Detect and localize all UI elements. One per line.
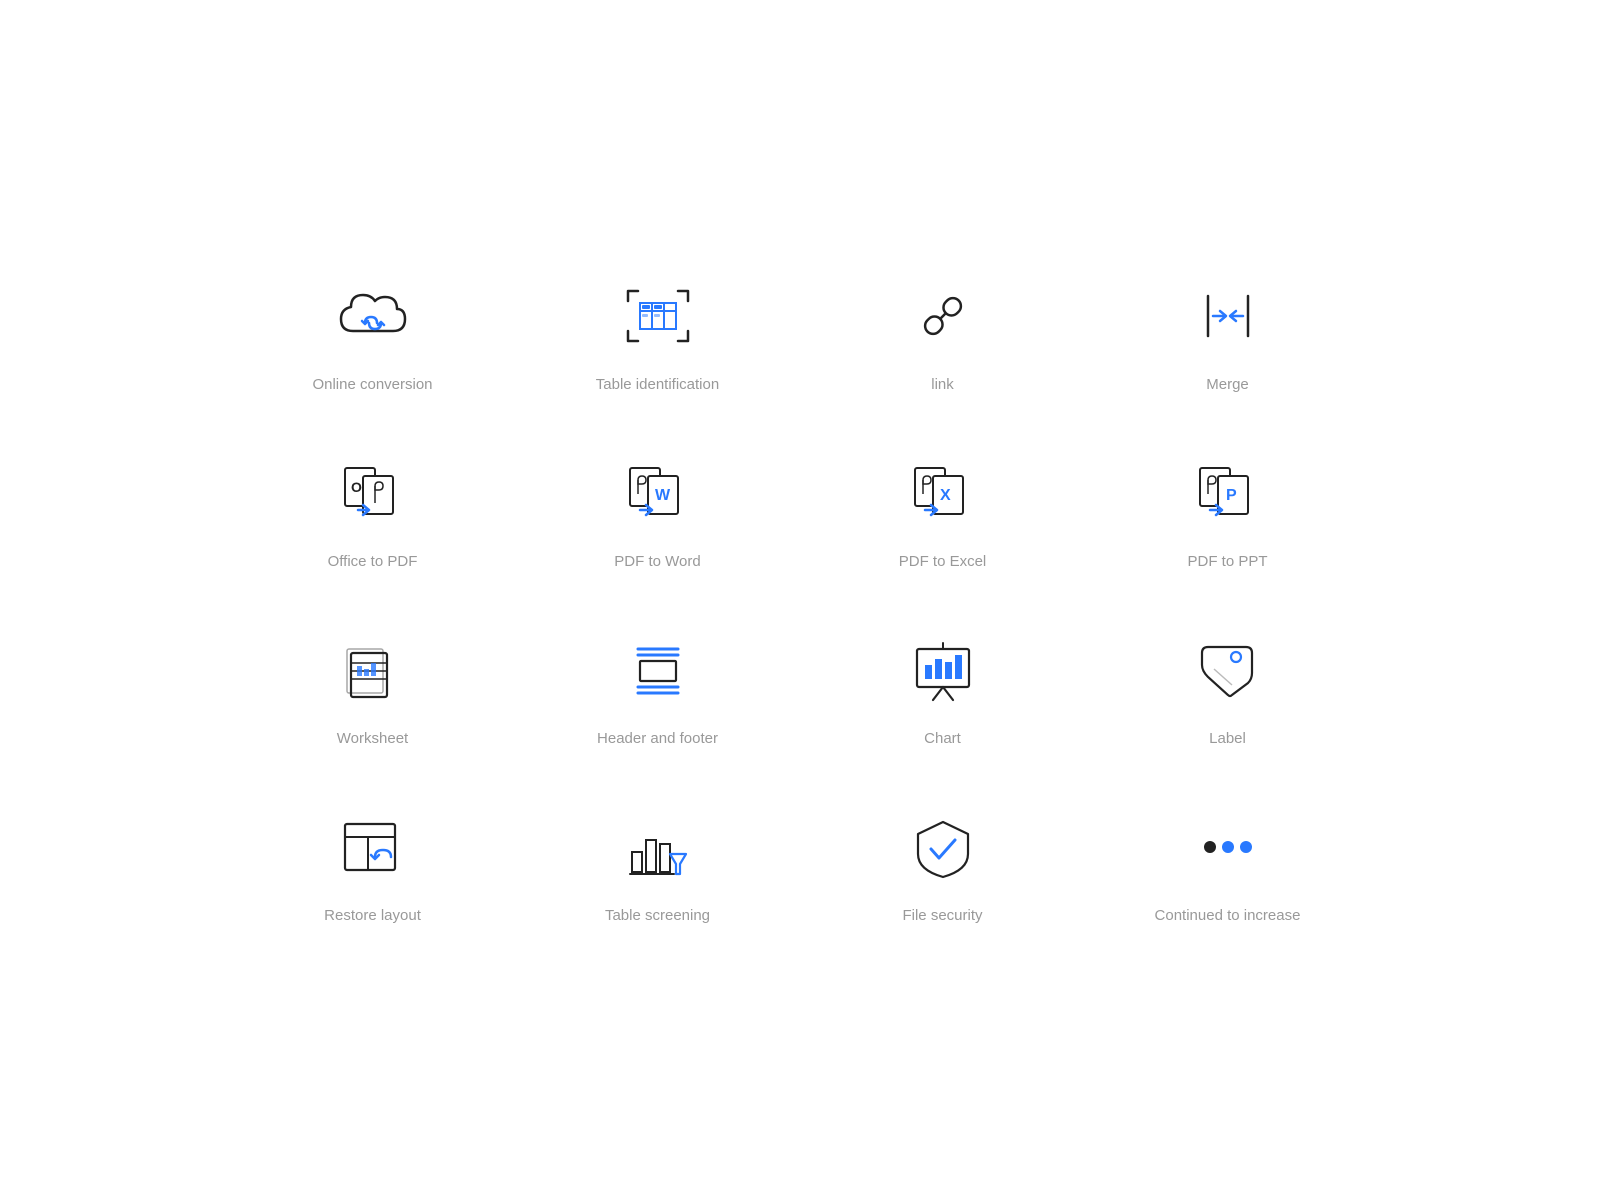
item-table-screening[interactable]: Table screening: [535, 807, 780, 924]
file-security-icon: [903, 807, 983, 887]
header-and-footer-label: Header and footer: [597, 730, 718, 747]
item-worksheet[interactable]: Worksheet: [250, 630, 495, 747]
worksheet-label: Worksheet: [337, 730, 408, 747]
table-identification-icon: [618, 276, 698, 356]
item-online-conversion[interactable]: Online conversion: [250, 276, 495, 393]
svg-text:O: O: [351, 479, 362, 495]
item-pdf-to-excel[interactable]: X PDF to Excel: [820, 453, 1065, 570]
pdf-to-word-label: PDF to Word: [614, 553, 700, 570]
pdf-to-excel-icon: X: [903, 453, 983, 533]
online-conversion-icon: [333, 276, 413, 356]
item-pdf-to-ppt[interactable]: P PDF to PPT: [1105, 453, 1350, 570]
pdf-to-word-icon: W: [618, 453, 698, 533]
link-icon: [903, 276, 983, 356]
continued-to-increase-icon: [1188, 807, 1268, 887]
worksheet-icon: [333, 630, 413, 710]
continued-to-increase-label: Continued to increase: [1155, 907, 1301, 924]
pdf-to-excel-label: PDF to Excel: [899, 553, 987, 570]
svg-text:W: W: [655, 487, 671, 504]
table-identification-label: Table identification: [596, 376, 719, 393]
pdf-to-ppt-icon: P: [1188, 453, 1268, 533]
item-continued-to-increase[interactable]: Continued to increase: [1105, 807, 1350, 924]
svg-text:X: X: [940, 487, 951, 504]
item-label[interactable]: Label: [1105, 630, 1350, 747]
merge-label: Merge: [1206, 376, 1249, 393]
item-chart[interactable]: Chart: [820, 630, 1065, 747]
svg-text:P: P: [1226, 487, 1237, 504]
chart-label: Chart: [924, 730, 961, 747]
office-to-pdf-label: Office to PDF: [328, 553, 418, 570]
item-office-to-pdf[interactable]: O Office to PDF: [250, 453, 495, 570]
file-security-label: File security: [902, 907, 982, 924]
chart-icon: [903, 630, 983, 710]
office-to-pdf-icon: O: [333, 453, 413, 533]
online-conversion-label: Online conversion: [312, 376, 432, 393]
label-icon: [1188, 630, 1268, 710]
pdf-to-ppt-label: PDF to PPT: [1187, 553, 1267, 570]
header-and-footer-icon: [618, 630, 698, 710]
item-restore-layout[interactable]: Restore layout: [250, 807, 495, 924]
item-file-security[interactable]: File security: [820, 807, 1065, 924]
merge-icon: [1188, 276, 1268, 356]
label-label: Label: [1209, 730, 1246, 747]
restore-layout-icon: [333, 807, 413, 887]
link-label: link: [931, 376, 954, 393]
icon-grid: Online conversion Table ide: [250, 276, 1350, 924]
table-screening-label: Table screening: [605, 907, 710, 924]
item-pdf-to-word[interactable]: W PDF to Word: [535, 453, 780, 570]
table-screening-icon: [618, 807, 698, 887]
restore-layout-label: Restore layout: [324, 907, 421, 924]
item-merge[interactable]: Merge: [1105, 276, 1350, 393]
item-header-and-footer[interactable]: Header and footer: [535, 630, 780, 747]
item-table-identification[interactable]: Table identification: [535, 276, 780, 393]
item-link[interactable]: link: [820, 276, 1065, 393]
